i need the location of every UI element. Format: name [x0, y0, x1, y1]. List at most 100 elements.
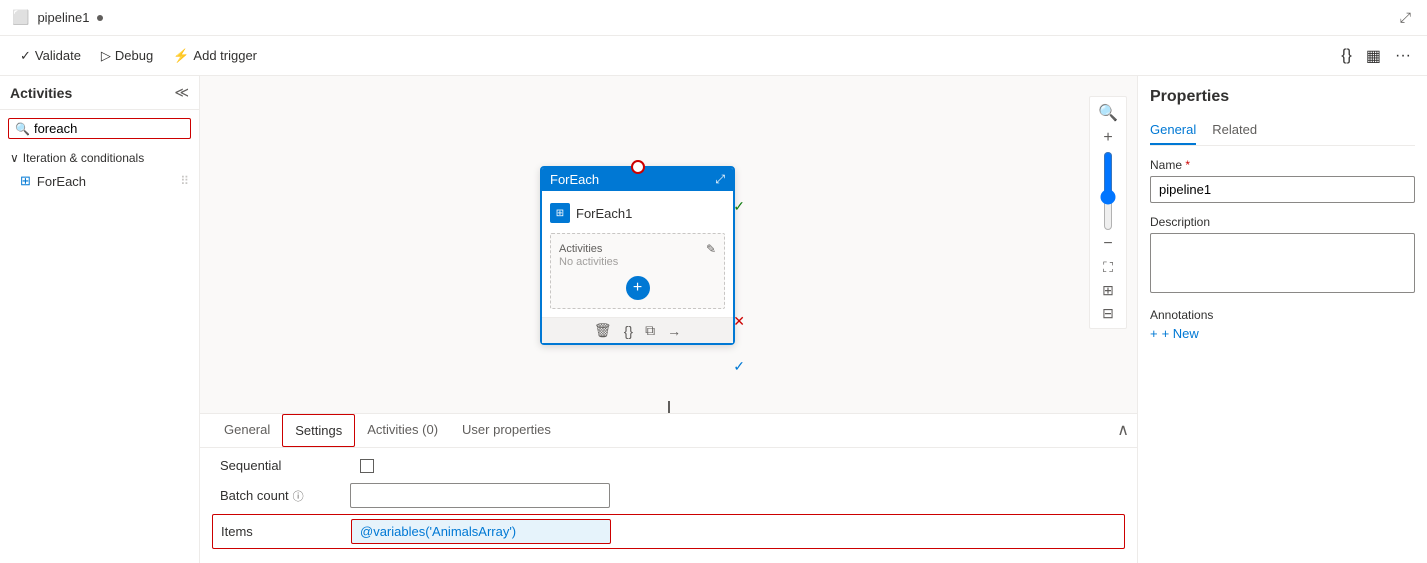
tab-activities[interactable]: Activities (0)	[355, 414, 450, 447]
zoom-slider[interactable]	[1100, 151, 1116, 231]
foreach-add-btn: +	[559, 276, 716, 300]
foreach-block[interactable]: ForEach ⤢ ⊞ ForEach1 Activities ✎	[540, 166, 735, 345]
title-bar-right: ⤢	[1396, 7, 1415, 28]
batch-count-info-icon: ⓘ	[293, 488, 304, 504]
foreach-code-button[interactable]: {}	[624, 323, 633, 339]
bottom-content: Sequential Batch count ⓘ Items	[200, 448, 1137, 563]
description-textarea[interactable]	[1150, 233, 1415, 293]
pipeline-icon: ⬜	[12, 9, 29, 26]
canvas-line	[668, 401, 670, 413]
batch-count-input[interactable]	[350, 483, 610, 508]
name-label: Name *	[1150, 158, 1415, 172]
search-canvas-button[interactable]: 🔍	[1094, 101, 1122, 125]
pipeline-title: pipeline1	[37, 10, 89, 25]
drag-handle-icon: ⠿	[180, 174, 189, 188]
foreach-toolbar: 🗑 {} ⧉ →	[542, 317, 733, 343]
foreach-delete-button[interactable]: 🗑	[594, 322, 612, 339]
collapse-canvas-button[interactable]: ⊟	[1098, 303, 1118, 324]
tab-general-right[interactable]: General	[1150, 118, 1196, 145]
foreach-activity-item[interactable]: ⊞ ForEach ⠿	[0, 169, 199, 193]
toolbar-right: {} ▦ ···	[1337, 42, 1415, 70]
left-panel: Activities ≪ 🔍 ∨ Iteration & conditional…	[0, 76, 200, 563]
properties-title: Properties	[1150, 88, 1415, 106]
bottom-panel: General Settings Activities (0) User pro…	[200, 413, 1137, 563]
foreach-icon: ⊞	[20, 173, 31, 189]
collapse-left-button[interactable]: ≪	[174, 84, 189, 101]
activities-title: Activities	[10, 85, 72, 101]
right-panel-tabs: General Related	[1150, 118, 1415, 146]
code-button[interactable]: {}	[1337, 43, 1356, 69]
check-blue-icon: ✓	[733, 358, 745, 375]
new-label: + New	[1162, 326, 1199, 341]
left-panel-icons: ≪	[174, 84, 189, 101]
zoom-plus-button[interactable]: +	[1099, 127, 1116, 149]
main-layout: Activities ≪ 🔍 ∨ Iteration & conditional…	[0, 76, 1427, 563]
toolbar: ✓ Validate ▷ Debug ⚡ Add trigger {} ▦ ··…	[0, 36, 1427, 76]
foreach-inner-edit-button[interactable]: ✎	[706, 242, 716, 256]
foreach-body: ⊞ ForEach1 Activities ✎ No activities +	[542, 191, 733, 317]
sequential-checkbox[interactable]	[360, 459, 374, 473]
grid-button[interactable]: ⊞	[1098, 280, 1118, 301]
new-annotation-button[interactable]: + + New	[1150, 326, 1199, 341]
add-activity-button[interactable]: +	[626, 276, 650, 300]
foreach-header-title: ForEach	[550, 172, 599, 187]
unsaved-dot	[97, 15, 103, 21]
foreach-inner-label: Activities	[559, 243, 602, 255]
name-required: *	[1185, 158, 1190, 172]
batch-count-label: Batch count ⓘ	[220, 488, 350, 504]
bottom-tabs: General Settings Activities (0) User pro…	[200, 414, 1137, 448]
search-box[interactable]: 🔍	[8, 118, 191, 139]
name-input[interactable]	[1150, 176, 1415, 203]
foreach-title-row: ⊞ ForEach1	[550, 199, 725, 227]
category-arrow-icon: ∨	[10, 151, 19, 165]
foreach-inner-sub: No activities	[559, 256, 716, 268]
foreach-arrow-button[interactable]: →	[667, 323, 681, 339]
foreach-expand-button[interactable]: ⤢	[715, 172, 725, 187]
annotations-group: Annotations + + New	[1150, 308, 1415, 341]
foreach-inner-header: Activities ✎	[559, 242, 716, 256]
search-input[interactable]	[34, 121, 210, 136]
items-input[interactable]	[351, 519, 611, 544]
title-bar: ⬜ pipeline1 ⤢	[0, 0, 1427, 36]
search-icon: 🔍	[15, 122, 30, 136]
description-field-group: Description	[1150, 215, 1415, 308]
plus-icon: +	[1150, 326, 1158, 341]
annotations-row: + + New	[1150, 326, 1415, 341]
title-bar-left: ⬜ pipeline1	[12, 9, 103, 26]
debug-play-icon: ▷	[101, 48, 111, 64]
items-row: Items	[212, 514, 1125, 549]
tab-general[interactable]: General	[212, 414, 282, 447]
items-label: Items	[221, 524, 351, 539]
annotations-label: Annotations	[1150, 308, 1415, 322]
name-field-group: Name *	[1150, 158, 1415, 215]
sequential-label: Sequential	[220, 458, 350, 473]
connect-dot-top	[631, 160, 645, 174]
tab-settings[interactable]: Settings	[282, 414, 355, 447]
foreach-label: ForEach	[37, 174, 86, 189]
trigger-icon: ⚡	[173, 48, 189, 64]
validate-button[interactable]: ✓ Validate	[12, 44, 89, 68]
canvas-area[interactable]: ForEach ⤢ ⊞ ForEach1 Activities ✎	[200, 76, 1137, 413]
category-label: Iteration & conditionals	[23, 151, 144, 165]
center-area: ForEach ⤢ ⊞ ForEach1 Activities ✎	[200, 76, 1137, 563]
zoom-minus-button[interactable]: −	[1099, 233, 1116, 255]
debug-button[interactable]: ▷ Debug	[93, 44, 161, 68]
tab-user-properties[interactable]: User properties	[450, 414, 563, 447]
more-button[interactable]: ···	[1391, 43, 1415, 69]
close-bottom-panel-button[interactable]: ∧	[1117, 420, 1129, 440]
left-panel-header: Activities ≪	[0, 76, 199, 110]
fit-canvas-button[interactable]: ⛶	[1099, 257, 1117, 278]
expand-button[interactable]: ⤢	[1396, 7, 1415, 28]
sequential-row: Sequential	[220, 458, 1117, 473]
template-button[interactable]: ▦	[1362, 42, 1385, 70]
add-trigger-button[interactable]: ⚡ Add trigger	[165, 44, 265, 68]
batch-count-row: Batch count ⓘ	[220, 483, 1117, 508]
canvas-content: ForEach ⤢ ⊞ ForEach1 Activities ✎	[200, 76, 1137, 413]
validate-check-icon: ✓	[20, 48, 31, 64]
foreach-title-icon: ⊞	[550, 203, 570, 223]
foreach-inner: Activities ✎ No activities +	[550, 233, 725, 309]
foreach-copy-button[interactable]: ⧉	[645, 322, 655, 339]
description-label: Description	[1150, 215, 1415, 229]
tab-related-right[interactable]: Related	[1212, 118, 1257, 145]
category-item[interactable]: ∨ Iteration & conditionals	[0, 147, 199, 169]
